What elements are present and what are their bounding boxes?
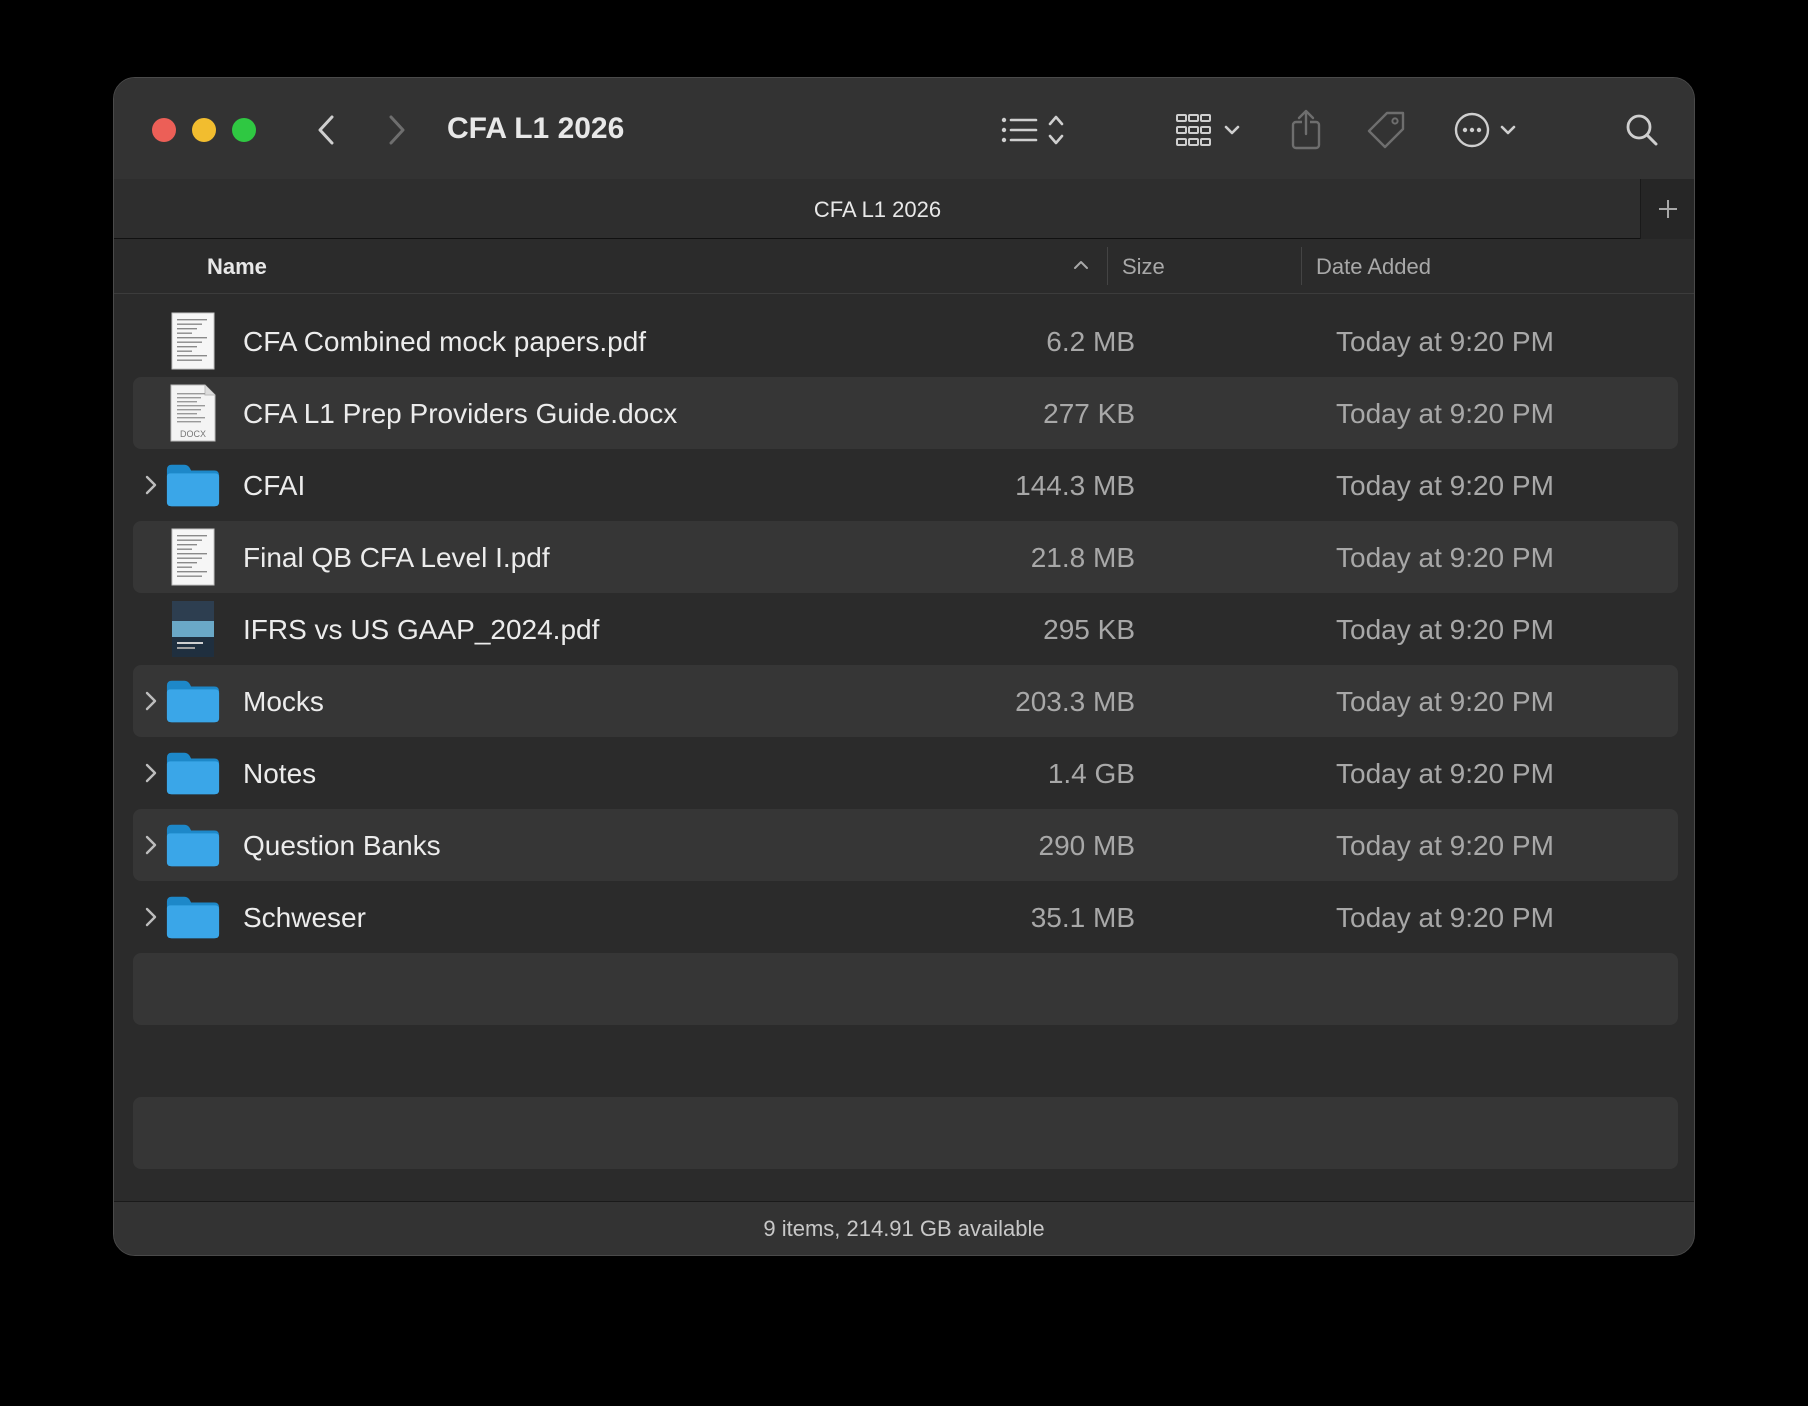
- file-size: 144.3 MB: [1015, 470, 1135, 501]
- column-date-added-header[interactable]: Date Added: [1316, 254, 1431, 280]
- disclosure-chevron-icon[interactable]: [141, 833, 161, 857]
- file-size: 203.3 MB: [1015, 686, 1135, 717]
- file-date-added: Today at 9:20 PM: [1336, 686, 1554, 717]
- group-button[interactable]: [1174, 106, 1250, 154]
- docx-file-icon: DOCX: [165, 384, 221, 442]
- file-name: CFAI: [243, 470, 306, 501]
- folder-icon: [165, 673, 221, 729]
- folder-icon: [165, 889, 221, 945]
- file-size: 295 KB: [1043, 614, 1135, 645]
- folder-icon: [165, 817, 221, 873]
- empty-row: [133, 1025, 1678, 1097]
- file-size: 277 KB: [1043, 398, 1135, 429]
- back-button[interactable]: [306, 110, 346, 150]
- file-date-added: Today at 9:20 PM: [1336, 758, 1554, 789]
- file-size: 21.8 MB: [1030, 542, 1135, 573]
- disclosure-chevron-icon[interactable]: [141, 905, 161, 929]
- file-name: Notes: [243, 758, 317, 789]
- share-button[interactable]: [1286, 106, 1326, 154]
- file-size: 290 MB: [1038, 830, 1136, 861]
- list-view-icon: [1001, 115, 1064, 145]
- title-bar: CFA L1 2026: [114, 78, 1694, 179]
- file-date-added: Today at 9:20 PM: [1336, 326, 1554, 357]
- search-icon: [1626, 114, 1658, 146]
- search-button[interactable]: [1622, 106, 1662, 154]
- file-row[interactable]: DOCX CFA L1 Prep Providers Guide.docx 277 …: [133, 377, 1678, 449]
- file-row[interactable]: IFRS vs US GAAP_2024.pdf 295 KB Today at 9…: [133, 593, 1678, 665]
- tab-bar: CFA L1 2026: [114, 179, 1694, 239]
- status-text: 9 items, 214.91 GB available: [763, 1216, 1045, 1241]
- column-divider[interactable]: [1107, 247, 1108, 285]
- file-name: Question Banks: [243, 830, 441, 861]
- disclosure-chevron-icon[interactable]: [141, 761, 161, 785]
- file-name: Schweser: [243, 902, 366, 933]
- column-divider[interactable]: [1301, 247, 1302, 285]
- file-name: IFRS vs US GAAP_2024.pdf: [243, 614, 600, 645]
- file-size: 1.4 GB: [1047, 758, 1135, 789]
- svg-text:DOCX: DOCX: [180, 429, 206, 439]
- more-icon: [1454, 112, 1516, 148]
- tag-icon: [1367, 111, 1405, 149]
- forward-button[interactable]: [377, 110, 417, 150]
- column-header: Name Size Date Added: [114, 239, 1694, 294]
- new-tab-button[interactable]: [1640, 179, 1694, 239]
- disclosure-chevron-icon[interactable]: [141, 473, 161, 497]
- file-row[interactable]: Schweser 35.1 MB Today at 9:20 PM: [133, 881, 1678, 953]
- forward-icon: [389, 115, 405, 145]
- status-bar: 9 items, 214.91 GB available: [114, 1201, 1694, 1255]
- pdf-file-icon: [165, 601, 221, 657]
- pdf-file-icon: [165, 528, 221, 586]
- file-date-added: Today at 9:20 PM: [1336, 614, 1554, 645]
- file-row[interactable]: Mocks 203.3 MB Today at 9:20 PM: [133, 665, 1678, 737]
- column-name-header[interactable]: Name: [207, 254, 267, 280]
- more-actions-button[interactable]: [1452, 106, 1528, 154]
- file-name: Final QB CFA Level I.pdf: [243, 542, 550, 573]
- file-name: CFA Combined mock papers.pdf: [243, 326, 647, 357]
- window-title: CFA L1 2026: [447, 112, 625, 145]
- file-date-added: Today at 9:20 PM: [1336, 830, 1554, 861]
- finder-window: CFA L1 2026 CFA L1 2026 Name Size Date A…: [113, 77, 1695, 1256]
- zoom-button[interactable]: [232, 118, 256, 142]
- close-button[interactable]: [152, 118, 176, 142]
- file-name: Mocks: [243, 686, 324, 717]
- folder-icon: [165, 745, 221, 801]
- disclosure-chevron-icon[interactable]: [141, 689, 161, 713]
- view-mode-button[interactable]: [998, 106, 1078, 154]
- file-size: 6.2 MB: [1046, 326, 1135, 357]
- group-icon: [1176, 114, 1240, 146]
- sort-ascending-icon: [1072, 255, 1090, 280]
- file-size: 35.1 MB: [1030, 902, 1135, 933]
- minimize-button[interactable]: [192, 118, 216, 142]
- file-name: CFA L1 Prep Providers Guide.docx: [243, 398, 678, 429]
- file-row[interactable]: Notes 1.4 GB Today at 9:20 PM: [133, 737, 1678, 809]
- file-row[interactable]: Final QB CFA Level I.pdf 21.8 MB Today at …: [133, 521, 1678, 593]
- file-date-added: Today at 9:20 PM: [1336, 470, 1554, 501]
- empty-row: [133, 1169, 1678, 1175]
- column-size-header[interactable]: Size: [1122, 254, 1165, 280]
- file-list: CFA Combined mock papers.pdf 6.2 MB Today …: [133, 305, 1678, 1175]
- tab-folder[interactable]: CFA L1 2026: [114, 197, 1641, 223]
- file-date-added: Today at 9:20 PM: [1336, 542, 1554, 573]
- file-row[interactable]: Question Banks 290 MB Today at 9:20 PM: [133, 809, 1678, 881]
- folder-icon: [165, 457, 221, 513]
- share-icon: [1291, 109, 1321, 150]
- empty-row: [133, 1097, 1678, 1169]
- back-icon: [318, 115, 334, 145]
- tag-button[interactable]: [1364, 106, 1408, 154]
- file-date-added: Today at 9:20 PM: [1336, 398, 1554, 429]
- file-row[interactable]: CFAI 144.3 MB Today at 9:20 PM: [133, 449, 1678, 521]
- empty-row: [133, 953, 1678, 1025]
- plus-icon: [1658, 200, 1677, 218]
- file-row[interactable]: CFA Combined mock papers.pdf 6.2 MB Today …: [133, 305, 1678, 377]
- pdf-file-icon: [165, 312, 221, 370]
- file-date-added: Today at 9:20 PM: [1336, 902, 1554, 933]
